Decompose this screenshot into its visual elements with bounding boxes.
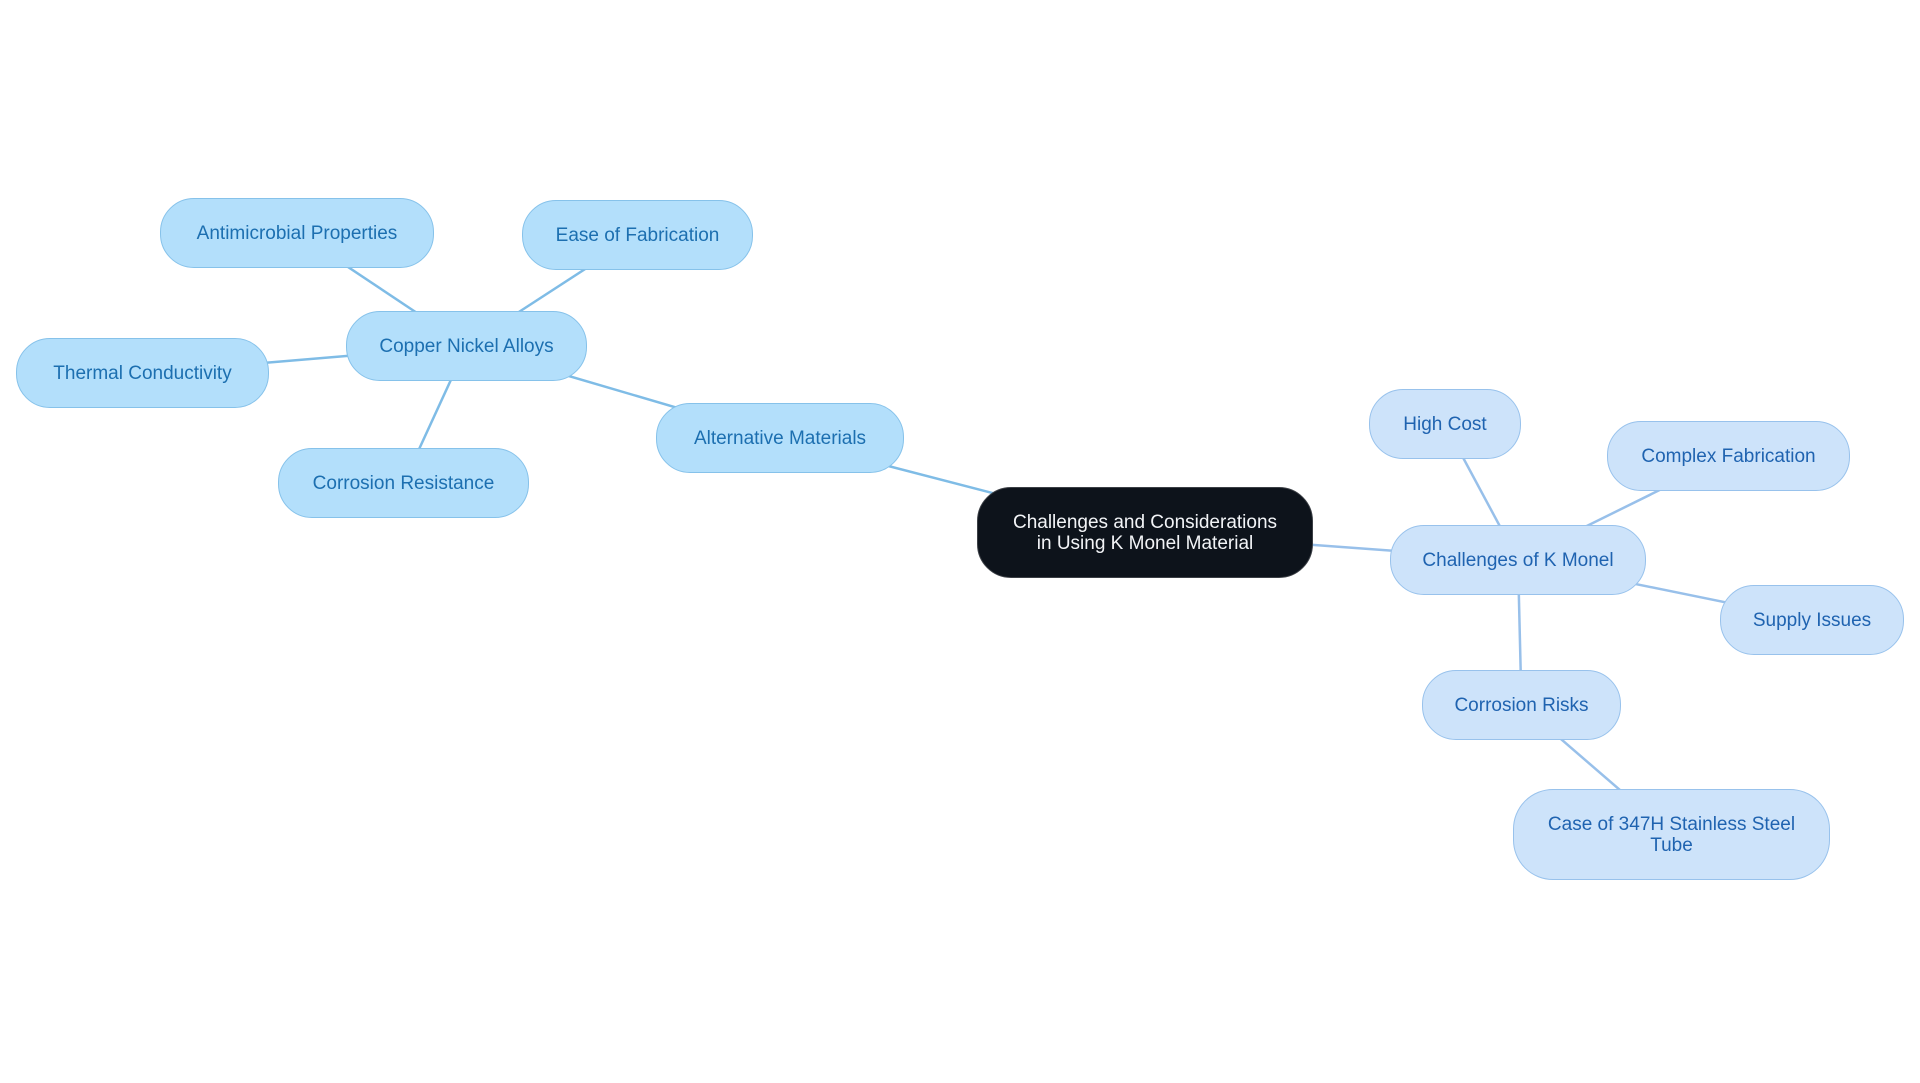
node-case-347h-stainless-steel-tube[interactable]: Case of 347H Stainless Steel Tube <box>1513 789 1830 880</box>
node-label: Complex Fabrication <box>1641 445 1816 467</box>
node-supply-issues[interactable]: Supply Issues <box>1720 585 1904 655</box>
node-label: Ease of Fabrication <box>555 224 720 246</box>
node-corrosion-risks[interactable]: Corrosion Risks <box>1422 670 1621 740</box>
node-high-cost[interactable]: High Cost <box>1369 389 1521 459</box>
root-label-line-1: Challenges and Considerations <box>1012 511 1278 533</box>
node-label: Antimicrobial Properties <box>196 222 398 244</box>
node-thermal-conductivity[interactable]: Thermal Conductivity <box>16 338 269 408</box>
node-label: Supply Issues <box>1752 609 1872 631</box>
node-label: Corrosion Resistance <box>312 472 495 494</box>
node-label: Copper Nickel Alloys <box>379 335 554 357</box>
node-corrosion-resistance[interactable]: Corrosion Resistance <box>278 448 529 518</box>
node-label: Alternative Materials <box>693 427 867 449</box>
node-complex-fabrication[interactable]: Complex Fabrication <box>1607 421 1850 491</box>
node-ease-of-fabrication[interactable]: Ease of Fabrication <box>522 200 753 270</box>
node-label-line-2: Tube <box>1650 834 1693 856</box>
node-copper-nickel-alloys[interactable]: Copper Nickel Alloys <box>346 311 587 381</box>
node-challenges-of-k-monel[interactable]: Challenges of K Monel <box>1390 525 1646 595</box>
node-antimicrobial-properties[interactable]: Antimicrobial Properties <box>160 198 434 268</box>
root-node-label: Challenges and Considerations in Using K… <box>1013 512 1277 554</box>
node-label-line-1: Case of 347H Stainless Steel <box>1547 813 1796 835</box>
root-label-line-2: in Using K Monel Material <box>1036 532 1254 554</box>
node-label: Corrosion Risks <box>1454 694 1589 716</box>
node-label: High Cost <box>1403 413 1487 435</box>
node-label: Thermal Conductivity <box>53 362 232 384</box>
root-node[interactable]: Challenges and Considerations in Using K… <box>977 487 1313 578</box>
node-label: Challenges of K Monel <box>1422 549 1614 571</box>
node-label: Case of 347H Stainless Steel Tube <box>1548 814 1795 856</box>
node-alternative-materials[interactable]: Alternative Materials <box>656 403 904 473</box>
